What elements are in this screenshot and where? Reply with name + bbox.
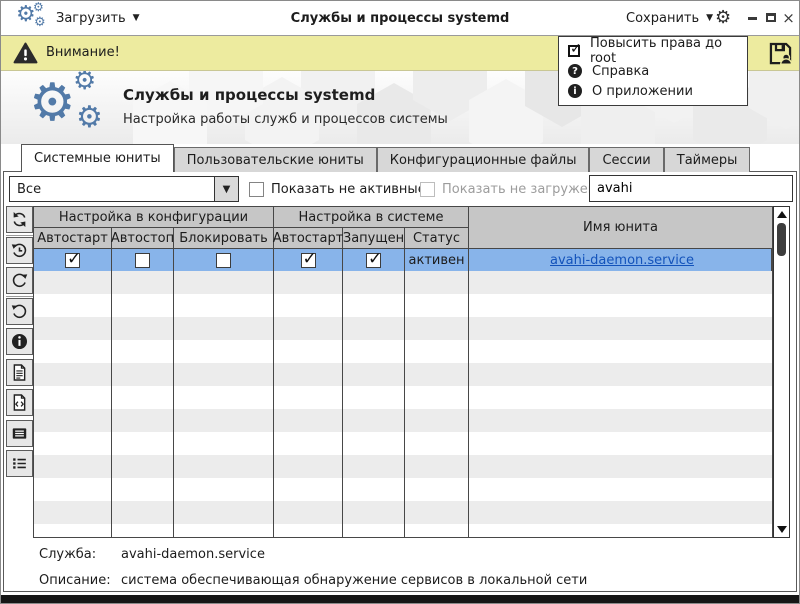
autostart-system-checkbox[interactable] (301, 253, 316, 268)
status-cell: активен (405, 249, 469, 271)
settings-menu: Повысить права до root ? Справка i О при… (558, 36, 748, 106)
tab-sessions[interactable]: Сессии (589, 147, 663, 172)
search-input[interactable] (589, 175, 793, 202)
col-header-block: Блокировать (174, 228, 274, 249)
scroll-up-icon[interactable] (774, 208, 789, 221)
gear-glyph: ⚙ (33, 1, 44, 13)
tab-bar: Системные юниты Пользовательские юниты К… (21, 144, 750, 172)
journal-icon (10, 424, 29, 443)
maximize-icon[interactable] (763, 9, 778, 26)
unit-type-dropdown[interactable]: Все ▼ (9, 176, 239, 202)
show-unloaded-checkbox (420, 182, 435, 197)
description-value: система обеспечивающая обнаружение серви… (121, 573, 587, 588)
menu-item-label: Справка (592, 64, 649, 79)
app-gears-icon: ⚙ ⚙ ⚙ (16, 3, 50, 33)
load-menu-button[interactable]: Загрузить ▼ (56, 1, 140, 35)
units-table: Настройка в конфигурации Настройка в сис… (33, 206, 773, 538)
block-checkbox[interactable] (216, 253, 231, 268)
scroll-down-icon[interactable] (774, 523, 789, 536)
autostop-checkbox[interactable] (135, 253, 150, 268)
journal-button[interactable] (6, 420, 33, 447)
save-menu-label: Сохранить (626, 11, 699, 26)
unit-name-cell: avahi-daemon.service (469, 249, 772, 271)
toolbar-separator (6, 235, 33, 236)
menu-item-elevate-root[interactable]: Повысить права до root (559, 41, 747, 61)
col-header-running: Запущен (343, 228, 405, 249)
table-body-empty-rows (34, 271, 772, 538)
menu-item-about[interactable]: i О приложении (559, 81, 747, 101)
dependencies-list-button[interactable] (6, 450, 33, 477)
service-value: avahi-daemon.service (121, 547, 265, 562)
chevron-down-icon: ▼ (133, 13, 140, 23)
unit-file-button[interactable] (6, 359, 33, 386)
dropdown-arrow-button[interactable]: ▼ (214, 177, 238, 201)
page-subtitle: Настройка работы служб и процессов систе… (123, 112, 448, 127)
history-button[interactable] (6, 237, 33, 264)
save-as-root-icon[interactable] (767, 40, 794, 67)
load-menu-label: Загрузить (56, 11, 126, 26)
col-header-unit-name: Имя юнита (469, 207, 772, 249)
running-checkbox[interactable] (366, 253, 381, 268)
settings-gear-icon[interactable]: ⚙ (715, 6, 731, 30)
undo-button[interactable] (6, 298, 33, 325)
window-bottom-edge (1, 595, 799, 603)
table-row[interactable]: активен avahi-daemon.service (34, 249, 772, 271)
menu-item-label: Повысить права до root (590, 36, 738, 66)
save-menu-button[interactable]: Сохранить ▼ (626, 1, 713, 35)
refresh-icon (10, 210, 29, 229)
history-icon (10, 241, 29, 260)
file-code-icon (10, 393, 29, 412)
gear-glyph: ⚙ (73, 71, 96, 94)
refresh-button[interactable] (6, 206, 33, 233)
checkbox-checked-icon (568, 45, 580, 57)
gear-glyph: ⚙ (76, 103, 103, 133)
group-header-system: Настройка в системе (274, 207, 469, 228)
warning-triangle-icon (13, 41, 38, 66)
unit-source-button[interactable] (6, 389, 33, 416)
gear-glyph: ⚙ (29, 77, 76, 129)
chevron-down-icon: ▼ (223, 184, 231, 195)
app-gears-logo: ⚙ ⚙ ⚙ (29, 71, 124, 144)
app-window: ⚙ ⚙ ⚙ Загрузить ▼ Службы и процессы syst… (0, 0, 800, 604)
tab-user-units[interactable]: Пользовательские юниты (174, 147, 377, 172)
question-circle-icon: ? (568, 64, 582, 78)
gear-glyph: ⚙ (34, 16, 46, 29)
description-label: Описание: (39, 573, 111, 588)
menu-item-label: О приложении (592, 84, 693, 99)
redo-icon (10, 271, 29, 290)
unit-name-link[interactable]: avahi-daemon.service (550, 253, 694, 268)
tab-config-files[interactable]: Конфигурационные файлы (377, 147, 590, 172)
autostart-config-checkbox[interactable] (65, 253, 80, 268)
col-header-autostart-system: Автостарт (274, 228, 343, 249)
undo-icon (10, 302, 29, 321)
service-label: Служба: (39, 547, 96, 562)
scrollbar-thumb[interactable] (777, 223, 786, 256)
info-icon (10, 332, 29, 351)
file-icon (10, 363, 29, 382)
unit-info-button[interactable] (6, 328, 33, 355)
table-header: Настройка в конфигурации Настройка в сис… (34, 207, 772, 249)
col-header-autostop: Автостоп (112, 228, 174, 249)
col-header-autostart-config: Автостарт (34, 228, 112, 249)
info-circle-icon: i (568, 84, 582, 98)
toolbar-separator (6, 296, 33, 297)
group-header-config: Настройка в конфигурации (34, 207, 274, 228)
redo-button[interactable] (6, 267, 33, 294)
show-inactive-checkbox[interactable] (249, 182, 264, 197)
page-title: Службы и процессы systemd (123, 86, 375, 104)
minimize-icon[interactable] (745, 9, 760, 26)
tab-system-units[interactable]: Системные юниты (21, 144, 174, 172)
window-title: Службы и процессы systemd (151, 1, 649, 35)
titlebar: ⚙ ⚙ ⚙ Загрузить ▼ Службы и процессы syst… (1, 1, 799, 36)
list-icon (10, 454, 29, 473)
chevron-down-icon: ▼ (706, 13, 713, 23)
close-icon[interactable]: × (781, 9, 796, 26)
show-inactive-label: Показать не активные (271, 182, 426, 197)
unit-type-dropdown-value: Все (10, 182, 214, 197)
warning-label: Внимание! (46, 45, 120, 60)
tab-timers[interactable]: Таймеры (664, 147, 751, 172)
table-scrollbar[interactable] (773, 206, 790, 538)
col-header-status: Статус (405, 228, 469, 249)
